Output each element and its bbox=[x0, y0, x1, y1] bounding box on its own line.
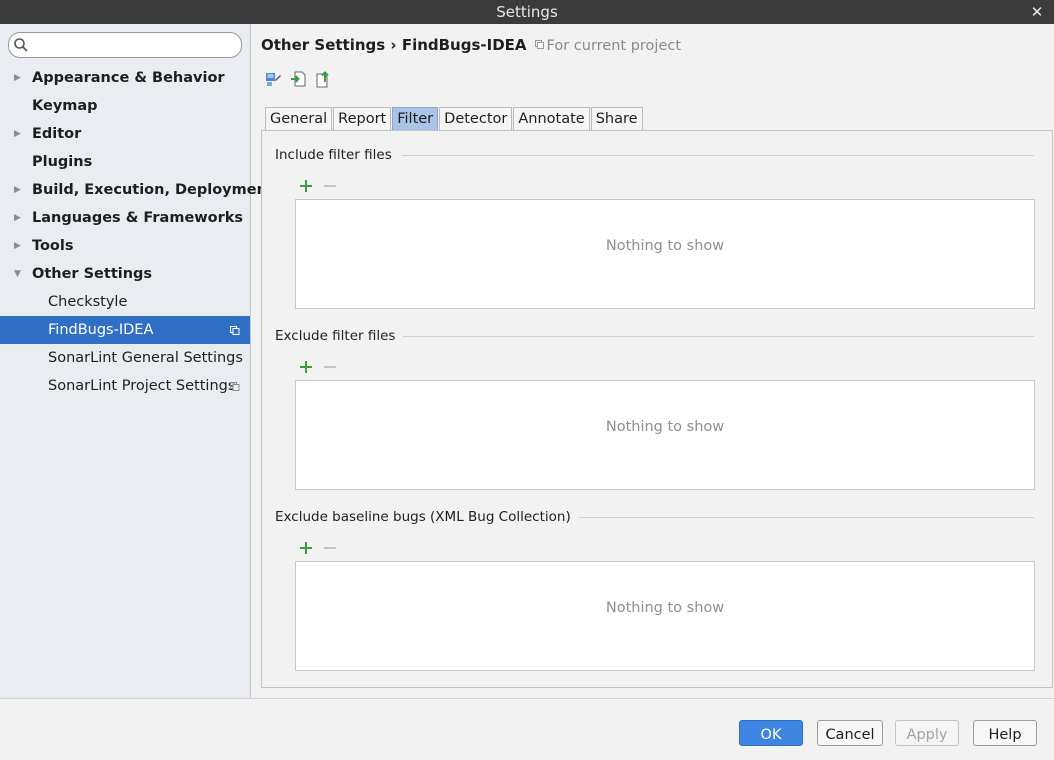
exclude-separator bbox=[402, 336, 1034, 337]
sidebar-item-label: Appearance & Behavior bbox=[32, 70, 225, 86]
ok-button[interactable]: OK bbox=[739, 720, 803, 746]
search-icon bbox=[14, 38, 28, 52]
tab-report[interactable]: Report bbox=[333, 107, 392, 130]
sidebar-item-other-settings[interactable]: ▼ Other Settings bbox=[0, 260, 250, 288]
sidebar-item-tools[interactable]: ▶ Tools bbox=[0, 232, 250, 260]
settings-tree: ▶ Appearance & Behavior Keymap ▶ Editor Plugi… bbox=[0, 64, 274, 400]
sidebar-item-keymap[interactable]: Keymap bbox=[0, 92, 250, 120]
sidebar-item-label: Checkstyle bbox=[48, 294, 128, 310]
sidebar-item-label: Keymap bbox=[32, 98, 98, 114]
expand-arrow-right-icon[interactable]: ▶ bbox=[14, 64, 24, 92]
sidebar-item-findbugs-idea[interactable]: FindBugs-IDEA bbox=[0, 316, 250, 344]
empty-text: Nothing to show bbox=[605, 238, 725, 254]
sidebar-item-appearance-behavior[interactable]: ▶ Appearance & Behavior bbox=[0, 64, 250, 92]
close-icon[interactable]: ✕ bbox=[1028, 2, 1046, 22]
baseline-bugs-list[interactable]: Nothing to show bbox=[295, 561, 1035, 671]
sidebar-item-languages-frameworks[interactable]: ▶ Languages & Frameworks bbox=[0, 204, 250, 232]
title-bar: Settings ✕ bbox=[0, 0, 1054, 24]
breadcrumb: Other Settings › FindBugs-IDEA For curren… bbox=[261, 36, 681, 54]
settings-window: Settings ✕ ▶ Appearance & Behavior Keymap ▶… bbox=[0, 0, 1054, 760]
project-scope-icon bbox=[230, 382, 240, 391]
settings-content: Other Settings › FindBugs-IDEA For curren… bbox=[251, 24, 1054, 698]
expand-arrow-right-icon[interactable]: ▶ bbox=[14, 232, 24, 260]
import-settings-icon[interactable] bbox=[265, 70, 282, 88]
project-scope-icon bbox=[534, 40, 544, 49]
sidebar-item-label: Languages & Frameworks bbox=[32, 210, 244, 226]
sidebar-item-label: FindBugs-IDEA bbox=[48, 322, 154, 338]
scope-note-text: For current project bbox=[546, 38, 682, 54]
baseline-bugs-title: Exclude baseline bugs (XML Bug Collectio… bbox=[275, 509, 579, 525]
remove-icon[interactable] bbox=[323, 541, 337, 555]
tab-filter[interactable]: Filter bbox=[392, 107, 439, 130]
expand-arrow-down-icon[interactable]: ▼ bbox=[14, 260, 24, 288]
filter-panel: Include filter files Nothing to show Exc… bbox=[261, 130, 1053, 688]
tab-general[interactable]: General bbox=[265, 107, 333, 130]
empty-text: Nothing to show bbox=[605, 419, 725, 435]
sidebar-item-label: SonarLint General Settings bbox=[48, 350, 243, 366]
sidebar-item-label: SonarLint Project Settings bbox=[48, 378, 236, 394]
sidebar-item-label: Plugins bbox=[32, 154, 93, 170]
exclude-filter-list[interactable]: Nothing to show bbox=[295, 380, 1035, 490]
baseline-add-remove bbox=[299, 539, 349, 557]
cancel-button[interactable]: Cancel bbox=[817, 720, 883, 746]
add-icon[interactable] bbox=[299, 179, 313, 193]
remove-icon[interactable] bbox=[323, 179, 337, 193]
search-box[interactable] bbox=[8, 32, 242, 58]
exclude-add-remove bbox=[299, 358, 349, 376]
empty-text: Nothing to show bbox=[605, 600, 725, 616]
findbugs-toolbar bbox=[265, 70, 332, 90]
expand-arrow-right-icon[interactable]: ▶ bbox=[14, 204, 24, 232]
sidebar-item-label: Other Settings bbox=[32, 266, 153, 282]
sidebar-item-sonarlint-project-settings[interactable]: SonarLint Project Settings bbox=[0, 372, 250, 400]
help-button[interactable]: Help bbox=[973, 720, 1037, 746]
project-scope-icon bbox=[230, 326, 240, 335]
sidebar-item-plugins[interactable]: Plugins bbox=[0, 148, 250, 176]
remove-icon[interactable] bbox=[323, 360, 337, 374]
sidebar-item-label: Editor bbox=[32, 126, 82, 142]
apply-button[interactable]: Apply bbox=[895, 720, 959, 746]
window-title: Settings bbox=[496, 3, 558, 21]
include-filter-list[interactable]: Nothing to show bbox=[295, 199, 1035, 309]
tab-share[interactable]: Share bbox=[590, 107, 643, 130]
scope-note: For current project bbox=[534, 38, 682, 54]
search-input[interactable] bbox=[33, 35, 233, 53]
sidebar-item-label: Tools bbox=[32, 238, 74, 254]
tab-detector[interactable]: Detector bbox=[439, 107, 513, 130]
sidebar-item-editor[interactable]: ▶ Editor bbox=[0, 120, 250, 148]
include-separator bbox=[402, 155, 1034, 156]
add-icon[interactable] bbox=[299, 360, 313, 374]
sidebar-item-checkstyle[interactable]: Checkstyle bbox=[0, 288, 250, 316]
tab-annotate[interactable]: Annotate bbox=[513, 107, 590, 130]
settings-tabs: General Report Filter Detector Annotate Share bbox=[265, 107, 644, 131]
expand-arrow-right-icon[interactable]: ▶ bbox=[14, 120, 24, 148]
add-icon[interactable] bbox=[299, 541, 313, 555]
baseline-separator bbox=[562, 517, 1034, 518]
exclude-filter-title: Exclude filter files bbox=[275, 328, 404, 344]
sidebar-item-label: Build, Execution, Deployment bbox=[32, 182, 274, 198]
sidebar-item-sonarlint-general-settings[interactable]: SonarLint General Settings bbox=[0, 344, 250, 372]
import-file-icon[interactable] bbox=[290, 70, 307, 88]
sidebar-item-build-execution-deployment[interactable]: ▶ Build, Execution, Deployment bbox=[0, 176, 274, 204]
breadcrumb-path: Other Settings › FindBugs-IDEA bbox=[261, 36, 527, 54]
expand-arrow-right-icon[interactable]: ▶ bbox=[14, 176, 24, 204]
settings-sidebar: ▶ Appearance & Behavior Keymap ▶ Editor Plugi… bbox=[0, 24, 274, 698]
include-add-remove bbox=[299, 177, 349, 195]
dialog-footer: OK Cancel Apply Help bbox=[0, 698, 1054, 760]
export-file-icon[interactable] bbox=[315, 70, 332, 88]
include-filter-title: Include filter files bbox=[275, 147, 400, 163]
